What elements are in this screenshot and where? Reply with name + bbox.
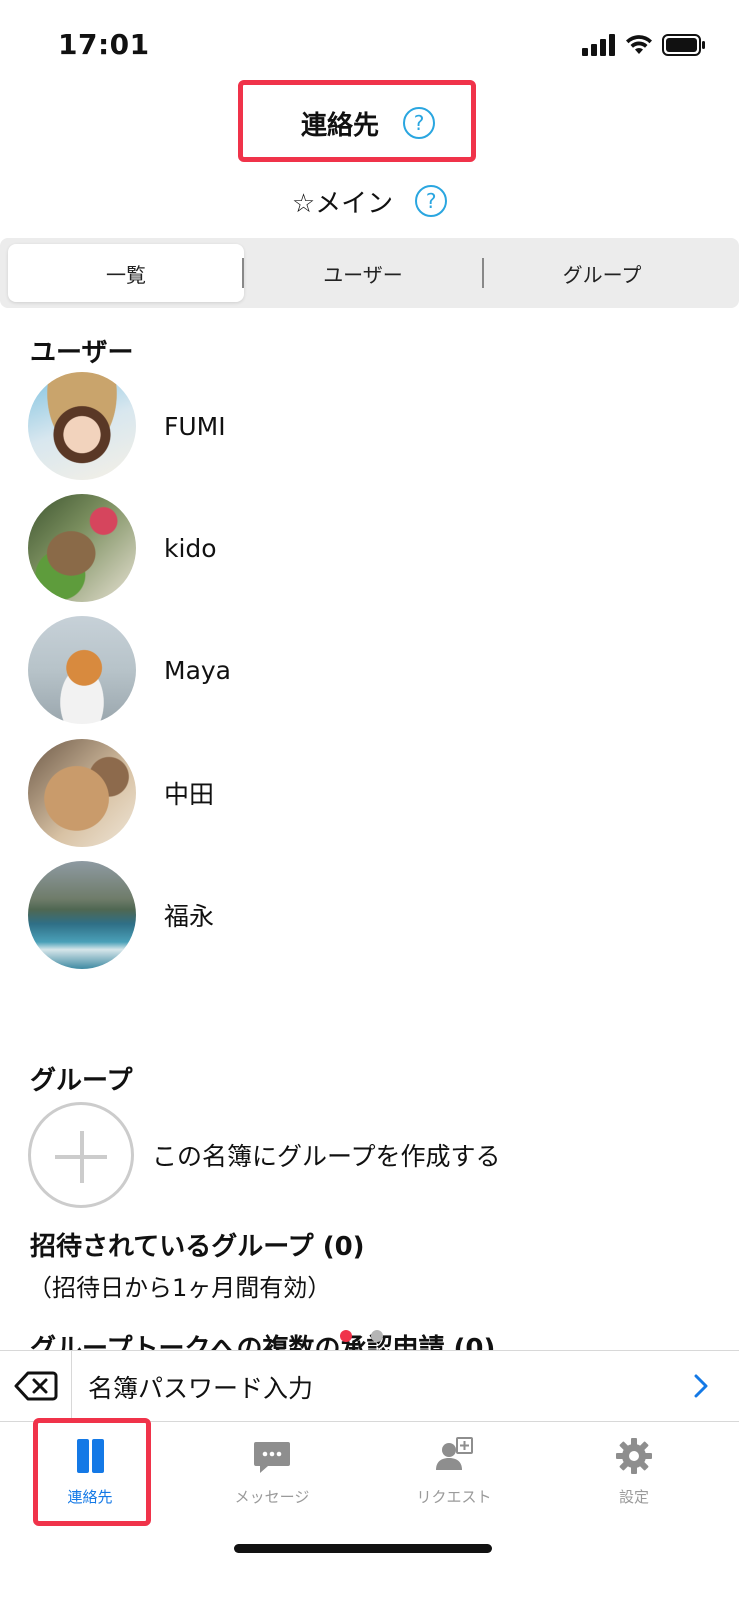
avatar bbox=[28, 616, 136, 724]
help-icon[interactable]: ? bbox=[403, 107, 435, 139]
users-section-title: ユーザー bbox=[30, 338, 134, 368]
avatar bbox=[28, 739, 136, 847]
page-title: 連絡先 bbox=[300, 110, 379, 141]
user-row-kido[interactable]: kido bbox=[28, 494, 728, 602]
avatar bbox=[28, 372, 136, 480]
tab-label: 設定 bbox=[618, 1488, 649, 1506]
user-row-fukunaga[interactable]: 福永 bbox=[28, 861, 728, 969]
contact-list-name[interactable]: ☆メイン bbox=[292, 183, 393, 220]
segment-groups[interactable]: グループ bbox=[484, 244, 720, 302]
tab-contacts[interactable]: 連絡先 bbox=[20, 1422, 160, 1522]
wifi-icon bbox=[626, 35, 652, 54]
user-row-maya[interactable]: Maya bbox=[28, 616, 728, 724]
segmented-control: 一覧 ユーザー グループ bbox=[0, 238, 739, 308]
create-group-label: この名簿にグループを作成する bbox=[152, 1142, 501, 1171]
user-name: 中田 bbox=[164, 780, 215, 809]
tab-label: リクエスト bbox=[416, 1488, 492, 1506]
plus-icon bbox=[28, 1102, 134, 1208]
subtitle-area: ☆メイン ? bbox=[0, 178, 739, 224]
group-talk-requests-title: グループトークへの複数の承認申請 (0) bbox=[30, 1334, 496, 1350]
segment-users[interactable]: ユーザー bbox=[244, 244, 482, 302]
tab-messages[interactable]: メッセージ bbox=[202, 1422, 342, 1522]
contacts-icon bbox=[77, 1439, 104, 1473]
user-row-fumi[interactable]: FUMI bbox=[28, 372, 728, 480]
user-name: 福永 bbox=[164, 902, 215, 931]
status-time: 17:01 bbox=[58, 28, 150, 61]
invited-groups-note: （招待日から1ヶ月間有効） bbox=[28, 1274, 332, 1302]
home-indicator bbox=[234, 1544, 492, 1553]
groups-section-title: グループ bbox=[30, 1066, 133, 1096]
avatar bbox=[28, 494, 136, 602]
cellular-signal-icon bbox=[582, 34, 618, 56]
status-bar: 17:01 bbox=[0, 0, 739, 90]
tab-settings[interactable]: 設定 bbox=[564, 1422, 704, 1522]
segment-list[interactable]: 一覧 bbox=[8, 244, 244, 302]
user-name: Maya bbox=[164, 655, 232, 685]
tab-label: メッセージ bbox=[234, 1488, 310, 1506]
header-title-area: 連絡先 ? bbox=[243, 82, 485, 164]
tab-label: 連絡先 bbox=[67, 1488, 113, 1506]
request-icon bbox=[436, 1437, 473, 1470]
password-input-label: 名簿パスワード入力 bbox=[88, 1374, 314, 1403]
page-indicator bbox=[340, 1330, 390, 1342]
user-name: kido bbox=[164, 533, 217, 563]
settings-icon bbox=[616, 1438, 652, 1474]
user-name: FUMI bbox=[164, 411, 226, 441]
chevron-right-icon[interactable] bbox=[687, 1371, 715, 1401]
password-input-bar[interactable]: 名簿パスワード入力 bbox=[0, 1350, 739, 1422]
message-icon bbox=[254, 1442, 290, 1473]
create-group-button[interactable]: この名簿にグループを作成する bbox=[28, 1102, 728, 1208]
page-dot bbox=[371, 1330, 383, 1342]
backspace-icon bbox=[14, 1371, 57, 1401]
avatar bbox=[28, 861, 136, 969]
delete-button[interactable] bbox=[0, 1351, 72, 1421]
battery-icon bbox=[662, 34, 705, 56]
page-dot-active bbox=[340, 1330, 352, 1342]
tab-bar: 連絡先 メッセージ リクエスト 設定 bbox=[0, 1422, 739, 1534]
user-row-nakata[interactable]: 中田 bbox=[28, 739, 728, 847]
invited-groups-title: 招待されているグループ (0) bbox=[30, 1232, 365, 1262]
tab-requests[interactable]: リクエスト bbox=[384, 1422, 524, 1522]
help-icon[interactable]: ? bbox=[415, 185, 448, 217]
